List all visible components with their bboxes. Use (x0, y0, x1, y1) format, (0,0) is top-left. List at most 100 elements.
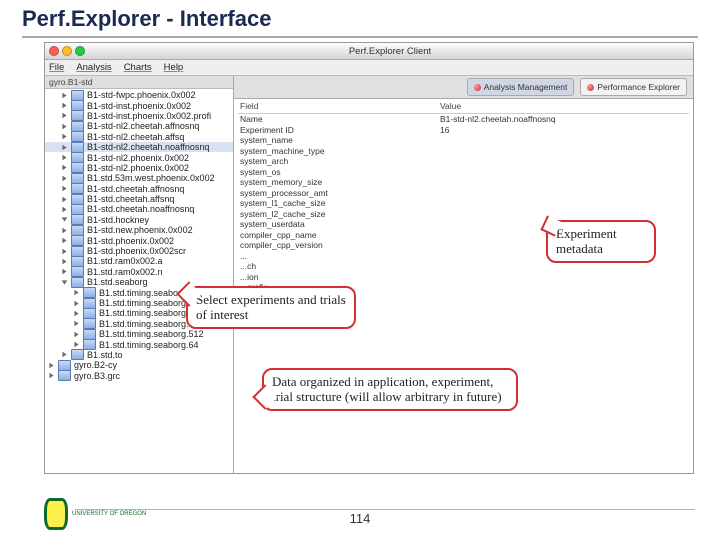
tree-item[interactable]: B1-std.phoenix.0x002scr (45, 246, 233, 256)
tree-label: B1-std.phoenix.0x002 (87, 236, 174, 246)
folder-icon (71, 121, 84, 132)
disclosure-icon[interactable] (73, 320, 80, 327)
tree-list[interactable]: B1-std-fwpc.phoenix.0x002B1-std-inst.pho… (45, 89, 233, 382)
tree-item[interactable]: B1.std.ram0x002.a (45, 256, 233, 266)
disclosure-icon[interactable] (61, 227, 68, 234)
tree-item[interactable]: B1-std.phoenix.0x002 (45, 235, 233, 245)
disclosure-icon[interactable] (48, 362, 55, 369)
disclosure-icon[interactable] (61, 92, 68, 99)
tree-item[interactable]: B1-std-nl2.phoenix.0x002 (45, 152, 233, 162)
metadata-row[interactable]: system_memory_size (238, 177, 689, 188)
disclosure-icon[interactable] (61, 258, 68, 265)
meta-value (440, 282, 689, 293)
metadata-row[interactable]: system_os (238, 167, 689, 178)
disclosure-icon[interactable] (73, 289, 80, 296)
menu-charts[interactable]: Charts (124, 62, 152, 73)
meta-field: system_l1_cache_size (238, 198, 440, 209)
close-icon[interactable] (49, 46, 59, 56)
tree-item[interactable]: gyro.B2-cy (45, 360, 233, 370)
tree-label: B1.std.seaborg (87, 277, 148, 287)
tree-item[interactable]: B1-std.cheetah.affnosnq (45, 184, 233, 194)
disclosure-icon[interactable] (73, 300, 80, 307)
meta-value (440, 146, 689, 157)
tree-label: B1-std.cheetah.noaffnosnq (87, 204, 194, 214)
disclosure-icon[interactable] (61, 102, 68, 109)
metadata-row[interactable]: system_name (238, 135, 689, 146)
disclosure-icon[interactable] (73, 331, 80, 338)
folder-icon (71, 246, 84, 257)
meta-field: compiler_cpp_version (238, 240, 440, 251)
tree-item[interactable]: B1-std.cheetah.noaffnosnq (45, 204, 233, 214)
menu-file[interactable]: File (49, 62, 64, 73)
tree-pane[interactable]: gyro.B1-std B1-std-fwpc.phoenix.0x002B1-… (45, 76, 234, 473)
meta-field: system_machine_type (238, 146, 440, 157)
metadata-row[interactable]: system_l2_cache_size (238, 209, 689, 220)
disclosure-icon[interactable] (61, 216, 68, 223)
disclosure-icon[interactable] (61, 154, 68, 161)
tree-label: B1.std.timing.seaborg.64 (99, 340, 199, 350)
tree-label: B1.std.ram0x002.a (87, 256, 163, 266)
disclosure-icon[interactable] (73, 341, 80, 348)
disclosure-icon[interactable] (61, 206, 68, 213)
disclosure-icon[interactable] (61, 196, 68, 203)
disclosure-icon[interactable] (61, 112, 68, 119)
tree-label: B1-std.cheetah.affnosnq (87, 184, 184, 194)
disclosure-icon[interactable] (73, 310, 80, 317)
tree-label: B1-std.phoenix.0x002scr (87, 246, 186, 256)
metadata-row[interactable]: system_machine_type (238, 146, 689, 157)
tree-item[interactable]: B1.std.timing.seaborg.64 (45, 339, 233, 349)
disclosure-icon[interactable] (61, 175, 68, 182)
traffic-lights (49, 46, 85, 56)
tree-item[interactable]: B1-std-nl2.phoenix.0x002 (45, 163, 233, 173)
tree-item[interactable]: B1-std-fwpc.phoenix.0x002 (45, 90, 233, 100)
tree-item[interactable]: B1.std.timing.seaborg.512 (45, 329, 233, 339)
disclosure-icon[interactable] (61, 185, 68, 192)
disclosure-icon[interactable] (61, 351, 68, 358)
disclosure-icon[interactable] (61, 164, 68, 171)
tree-item[interactable]: B1-std-nl2.cheetah.affsq (45, 132, 233, 142)
slide-title: Perf.Explorer - Interface (22, 6, 271, 32)
disclosure-icon[interactable] (61, 268, 68, 275)
tree-label: B1.std.ram0x002.n (87, 267, 163, 277)
meta-value (440, 177, 689, 188)
tree-item[interactable]: B1-std-inst.phoenix.0x002.profi (45, 111, 233, 121)
tree-item[interactable]: B1-std-inst.phoenix.0x002 (45, 100, 233, 110)
folder-icon (83, 287, 96, 298)
folder-icon (71, 173, 84, 184)
zoom-icon[interactable] (75, 46, 85, 56)
tree-item[interactable]: B1-std-nl2.cheetah.affnosnq (45, 121, 233, 131)
folder-icon (83, 318, 96, 329)
tree-item[interactable]: gyro.B3.grc (45, 371, 233, 381)
folder-icon (71, 152, 84, 163)
disclosure-icon[interactable] (61, 237, 68, 244)
tree-item[interactable]: B1-std.hockney (45, 215, 233, 225)
metadata-row[interactable]: Experiment ID16 (238, 125, 689, 136)
menu-help[interactable]: Help (164, 62, 184, 73)
meta-value (440, 156, 689, 167)
metadata-row[interactable]: system_l1_cache_size (238, 198, 689, 209)
metadata-row[interactable]: NameB1-std-nl2.cheetah.noaffnosnq (238, 114, 689, 125)
metadata-row[interactable]: system_arch (238, 156, 689, 167)
folder-icon (71, 349, 84, 360)
minimize-icon[interactable] (62, 46, 72, 56)
tree-item[interactable]: B1.std.53m.west.phoenix.0x002 (45, 173, 233, 183)
tree-label: B1-std-nl2.cheetah.affnosnq (87, 121, 199, 131)
disclosure-icon[interactable] (61, 248, 68, 255)
disclosure-icon[interactable] (61, 133, 68, 140)
menu-analysis[interactable]: Analysis (76, 62, 111, 73)
tree-item[interactable]: B1-std-nl2.cheetah.noaffnosnq (45, 142, 233, 152)
disclosure-icon[interactable] (61, 144, 68, 151)
tab-performance-explorer[interactable]: Performance Explorer (580, 78, 687, 96)
meta-value: 16 (440, 125, 689, 136)
tab-analysis-management[interactable]: Analysis Management (467, 78, 575, 96)
disclosure-icon[interactable] (48, 372, 55, 379)
tree-item[interactable]: B1-std.new.phoenix.0x002 (45, 225, 233, 235)
tree-item[interactable]: B1-std.cheetah.affsnq (45, 194, 233, 204)
metadata-row[interactable]: system_processor_amt (238, 188, 689, 199)
tree-item[interactable]: B1.std.to (45, 350, 233, 360)
disclosure-icon[interactable] (61, 279, 68, 286)
disclosure-icon[interactable] (61, 123, 68, 130)
folder-icon (58, 360, 71, 371)
metadata-row[interactable]: ...ion (238, 272, 689, 283)
tree-item[interactable]: B1.std.ram0x002.n (45, 267, 233, 277)
